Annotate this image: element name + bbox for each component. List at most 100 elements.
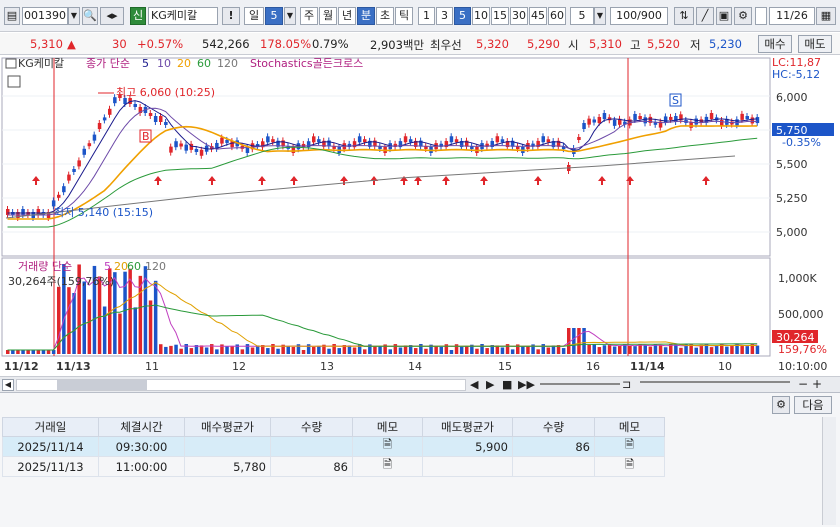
best-bid: 5,290 (527, 37, 560, 51)
volume-bar (618, 345, 622, 354)
toolbar: ▤ 001390 ▼ 🔍 ◂▸ 신 KG케미칼 ! 일 5 ▼ 주 월 년 분 … (0, 0, 840, 32)
period-value[interactable]: 5 (265, 7, 283, 25)
table-icon[interactable] (5, 58, 17, 69)
search-icon[interactable]: 🔍 (82, 7, 98, 25)
scrollbar-track[interactable] (16, 379, 466, 391)
speaker-icon[interactable]: ◂▸ (100, 7, 124, 25)
interval-60[interactable]: 60 (548, 7, 566, 25)
candle (669, 116, 673, 120)
save-icon[interactable]: ▣ (716, 7, 732, 25)
candle (266, 136, 270, 143)
vol-pct: 159,76% (778, 343, 827, 356)
zoom-slider[interactable] (640, 381, 790, 383)
high-label: 고 (630, 38, 641, 52)
candle (97, 123, 102, 129)
code-dropdown-icon[interactable]: ▼ (68, 7, 80, 25)
volume-bar (475, 348, 479, 354)
settings-gear-icon[interactable]: ⚙ (772, 396, 790, 414)
draw-tool-icon[interactable]: ╱ (696, 7, 714, 25)
col-sell-avg: 매도평균가 (422, 417, 513, 437)
interval-15[interactable]: 15 (491, 7, 509, 25)
volume-bar (16, 350, 20, 354)
fast-forward-icon[interactable]: ▶▶ (518, 378, 535, 391)
candle (194, 148, 199, 152)
stock-code-input[interactable]: 001390 (22, 7, 68, 25)
interval-1[interactable]: 1 (418, 7, 435, 25)
interval-5[interactable]: 5 (454, 7, 471, 25)
menu-icon[interactable]: ▤ (4, 7, 20, 25)
calendar-icon[interactable]: ▦ (816, 7, 836, 25)
period-month[interactable]: 월 (319, 7, 337, 25)
speed-slider[interactable] (540, 383, 620, 385)
chart-type-icon[interactable]: ⇅ (674, 7, 694, 25)
volume-bar (714, 345, 719, 354)
date-input[interactable]: 11/26 (769, 7, 815, 25)
interval-45[interactable]: 45 (529, 7, 547, 25)
volume-bar (577, 328, 581, 354)
buy-button[interactable]: 매수 (758, 35, 792, 53)
interval-10[interactable]: 10 (472, 7, 490, 25)
interval-dropdown-icon[interactable]: ▼ (594, 7, 606, 25)
buy-signal-arrow-icon (480, 176, 488, 185)
interval-30[interactable]: 30 (510, 7, 528, 25)
buy-signal-arrow-icon (442, 176, 450, 185)
volume-bar (245, 344, 250, 354)
date-checkbox[interactable] (755, 7, 767, 25)
legend-ma-label: 종가 단순 (86, 57, 130, 70)
period-year[interactable]: 년 (338, 7, 356, 25)
next-button[interactable]: 다음 (794, 396, 832, 414)
cell-time: 09:30:00 (98, 436, 185, 457)
count-input[interactable]: 100/900 (610, 7, 668, 25)
play-icon[interactable]: ▶ (486, 378, 494, 391)
table-row[interactable]: 2025/11/14 09:30:00 🗎 5,900 86 🗎 (2, 436, 665, 457)
period-dropdown-icon[interactable]: ▼ (284, 7, 296, 25)
current-pct-axis: -0.35% (782, 136, 821, 149)
best-label: 최우선 (430, 38, 462, 52)
volume-bar (459, 346, 464, 354)
volume-bar (658, 345, 663, 354)
volume-bar (510, 349, 515, 354)
sell-button[interactable]: 매도 (798, 35, 832, 53)
hour-10: 10 (718, 360, 732, 373)
stop-icon[interactable]: ■ (502, 378, 512, 391)
legend-ma60: 60 (197, 57, 211, 70)
interval-select[interactable]: 5 (570, 7, 594, 25)
candle (82, 148, 86, 155)
memo-icon[interactable]: 🗎 (352, 456, 423, 477)
play-back-icon[interactable]: ◀ (470, 378, 478, 391)
price-chart-svg[interactable]: KG케미칼 종가 단순 5 10 20 60 120 Stochastics골든… (0, 56, 840, 378)
col-buy-memo: 메모 (352, 417, 423, 437)
cell-sell-avg (422, 456, 513, 477)
period-week[interactable]: 주 (300, 7, 318, 25)
zoom-out-icon[interactable]: − (798, 377, 808, 391)
volume-bar (572, 328, 576, 354)
interval-3[interactable]: 3 (436, 7, 453, 25)
table-row[interactable]: 2025/11/13 11:00:00 5,780 86 🗎 🗎 (2, 456, 665, 477)
legend-ma20: 20 (177, 57, 191, 70)
stock-name[interactable]: KG케미칼 (148, 7, 218, 25)
memo-icon[interactable]: 🗎 (594, 456, 665, 477)
info-button[interactable]: ! (222, 7, 240, 25)
memo-icon[interactable]: 🗎 (594, 436, 665, 457)
grid-toggle-icon[interactable] (7, 75, 21, 88)
memo-icon[interactable]: 🗎 (352, 436, 423, 457)
chart-area[interactable]: KG케미칼 종가 단순 5 10 20 60 120 Stochastics골든… (0, 56, 840, 378)
cell-sell-avg: 5,900 (422, 436, 513, 457)
period-second[interactable]: 초 (376, 7, 394, 25)
candle (663, 116, 668, 123)
zoom-in-icon[interactable]: + (812, 377, 822, 391)
zoom-fit-icon[interactable]: ⊐ (622, 378, 631, 391)
col-buy-avg: 매수평균가 (184, 417, 271, 437)
settings-icon[interactable]: ⚙ (734, 7, 752, 25)
price-tick-5000: 5,000 (776, 226, 808, 239)
panel-scrollbar[interactable] (822, 417, 836, 525)
period-minute[interactable]: 분 (357, 7, 375, 25)
period-day-button[interactable]: 일 (244, 7, 264, 25)
scroll-left-icon[interactable]: ◀ (2, 379, 14, 391)
volume-bar (465, 345, 469, 354)
period-tick[interactable]: 틱 (395, 7, 413, 25)
candle (72, 169, 76, 172)
scrollbar-thumb[interactable] (57, 380, 147, 390)
volume-ratio: 178.05% (260, 37, 312, 51)
candle (612, 119, 617, 126)
